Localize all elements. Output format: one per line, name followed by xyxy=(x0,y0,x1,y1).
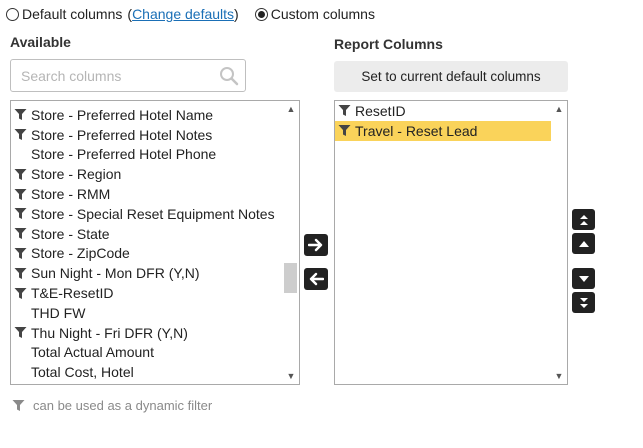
arrow-left-icon xyxy=(309,272,324,286)
list-item-label: Store - Region xyxy=(31,166,122,183)
move-to-bottom-button[interactable] xyxy=(572,292,595,313)
move-to-top-button[interactable] xyxy=(572,209,595,230)
list-item-label: Store - Preferred Hotel Notes xyxy=(31,126,213,143)
report-columns-list[interactable]: ResetID Travel - Reset Lead ▲ ▼ xyxy=(334,100,568,385)
scroll-down-arrow-icon[interactable]: ▼ xyxy=(283,369,299,383)
list-item[interactable]: ResetID xyxy=(335,101,551,121)
filter-icon xyxy=(14,108,27,121)
filter-icon xyxy=(14,128,27,141)
filter-icon xyxy=(14,287,27,300)
list-item-label: Store - RMM xyxy=(31,186,111,203)
search-box xyxy=(10,59,246,92)
list-item[interactable]: Store - Region xyxy=(11,164,283,184)
filter-icon xyxy=(338,104,351,117)
set-default-columns-button[interactable]: Set to current default columns xyxy=(334,61,568,92)
filter-legend: can be used as a dynamic filter xyxy=(12,398,212,413)
list-item[interactable]: Total Actual Amount xyxy=(11,343,283,363)
list-item-label: Store - Special Reset Equipment Notes xyxy=(31,205,275,222)
available-heading: Available xyxy=(10,34,71,50)
list-item[interactable]: Store - Preferred Hotel Notes xyxy=(11,125,283,145)
filter-icon xyxy=(14,188,27,201)
list-item-label: Sun Night - Mon DFR (Y,N) xyxy=(31,265,200,282)
filter-icon xyxy=(14,326,27,339)
list-item[interactable]: Travel - Reset Lead xyxy=(335,120,551,141)
move-down-button[interactable] xyxy=(572,268,595,289)
filter-icon xyxy=(14,267,27,280)
scrollbar-thumb[interactable] xyxy=(284,263,297,293)
move-bottom-icon xyxy=(579,297,588,308)
list-item[interactable]: T&E-ResetID xyxy=(11,283,283,303)
list-item-label: THD FW xyxy=(31,304,86,321)
filter-icon xyxy=(14,207,27,220)
move-down-icon xyxy=(578,275,589,282)
report-scrollbar[interactable]: ▲ ▼ xyxy=(551,101,567,384)
list-item[interactable]: THD FW xyxy=(11,303,283,323)
list-item[interactable]: Sun Night - Mon DFR (Y,N) xyxy=(11,263,283,283)
filter-icon xyxy=(14,227,27,240)
list-item[interactable]: Store - Special Reset Equipment Notes xyxy=(11,204,283,224)
custom-columns-radio[interactable] xyxy=(254,7,268,21)
available-columns-list[interactable]: Store - Preferred Hotel Name Store - Pref… xyxy=(10,100,300,385)
list-item-label: Travel - Reset Lead xyxy=(355,122,478,139)
filter-icon xyxy=(12,399,25,412)
list-item-label: Store - State xyxy=(31,225,110,242)
move-up-button[interactable] xyxy=(572,233,595,254)
move-top-icon xyxy=(579,214,588,225)
scroll-up-arrow-icon[interactable]: ▲ xyxy=(283,102,299,116)
list-item-label: Store - Preferred Hotel Phone xyxy=(31,146,217,163)
list-item-label: ResetID xyxy=(355,102,406,119)
filter-icon xyxy=(14,247,27,260)
list-item[interactable]: Store - Preferred Hotel Phone xyxy=(11,145,283,165)
arrow-right-icon xyxy=(308,238,323,252)
column-mode-row: Default columns ( Change defaults ) Cust… xyxy=(6,4,375,24)
available-scrollbar[interactable]: ▲ ▼ xyxy=(283,101,299,384)
move-up-icon xyxy=(578,240,589,247)
list-item[interactable]: Thu Night - Fri DFR (Y,N) xyxy=(11,323,283,343)
change-defaults-close-paren: ) xyxy=(234,6,239,22)
list-item[interactable]: Store - ZipCode xyxy=(11,244,283,264)
list-item[interactable]: Store - RMM xyxy=(11,184,283,204)
list-item-label: Total Actual Amount xyxy=(31,344,154,361)
default-columns-radio[interactable] xyxy=(6,7,19,21)
list-item[interactable]: Store - Preferred Hotel Name xyxy=(11,105,283,125)
default-columns-label[interactable]: Default columns xyxy=(22,6,122,22)
legend-text: can be used as a dynamic filter xyxy=(33,398,213,413)
scroll-down-arrow-icon[interactable]: ▼ xyxy=(551,369,567,383)
custom-columns-label[interactable]: Custom columns xyxy=(271,6,375,22)
list-item[interactable]: Store - State xyxy=(11,224,283,244)
list-item-label: Store - Preferred Hotel Name xyxy=(31,106,214,123)
remove-column-button[interactable] xyxy=(304,268,328,290)
report-columns-heading: Report Columns xyxy=(334,36,443,52)
filter-icon xyxy=(14,168,27,181)
list-item-label: Thu Night - Fri DFR (Y,N) xyxy=(31,324,188,341)
list-item-label: Store - ZipCode xyxy=(31,245,130,262)
scroll-up-arrow-icon[interactable]: ▲ xyxy=(551,102,567,116)
list-item-label: T&E-ResetID xyxy=(31,285,114,302)
list-item-label: Total Cost, Hotel xyxy=(31,364,134,381)
filter-icon xyxy=(338,124,351,137)
add-column-button[interactable] xyxy=(304,234,328,256)
search-icon[interactable] xyxy=(219,66,239,91)
list-item[interactable]: Total Cost, Hotel xyxy=(11,362,283,382)
search-input[interactable] xyxy=(19,60,219,91)
change-defaults-link[interactable]: Change defaults xyxy=(132,6,234,22)
